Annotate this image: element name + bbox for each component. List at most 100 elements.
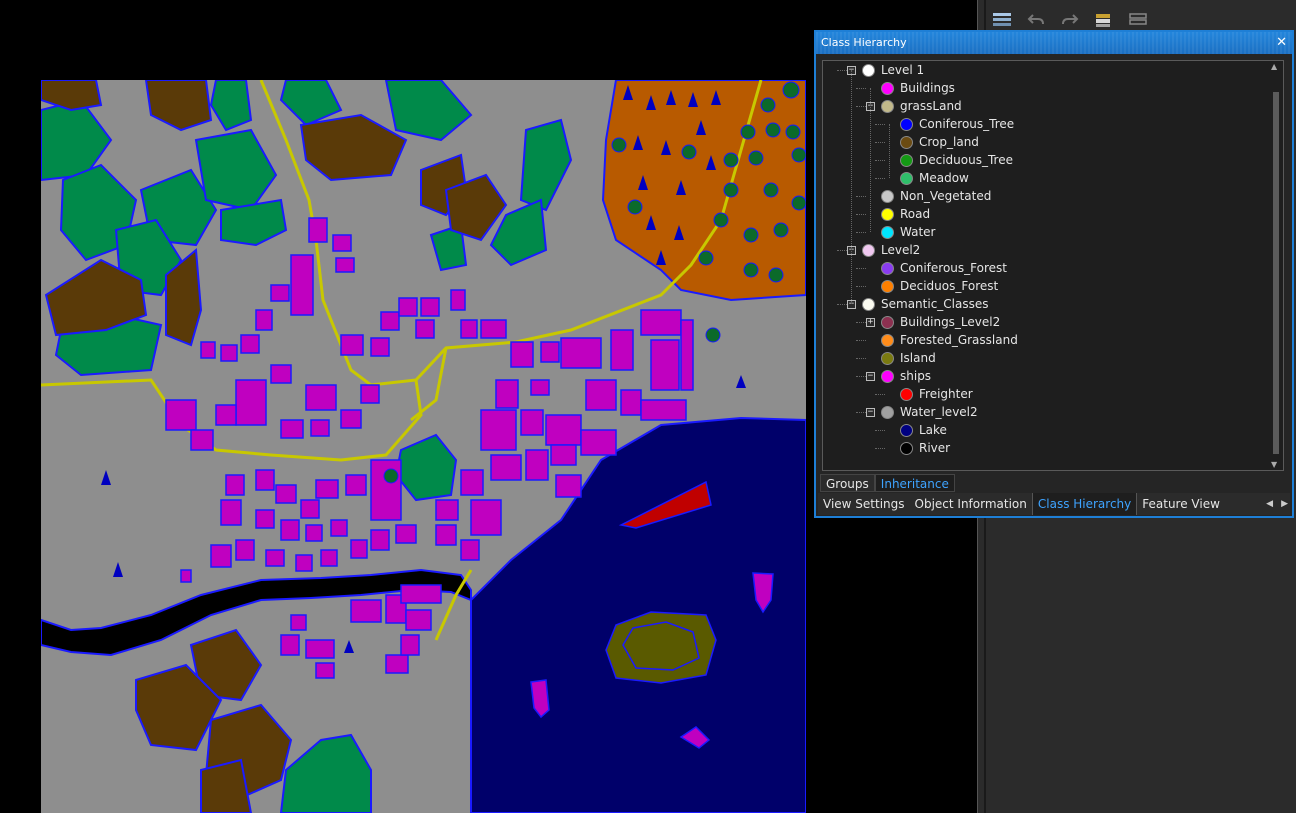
building — [650, 339, 680, 391]
collapse-icon[interactable]: − — [866, 407, 875, 417]
redo-icon[interactable] — [1058, 8, 1082, 32]
tree-item[interactable]: Deciduos_Forest — [881, 277, 998, 295]
close-icon[interactable]: ✕ — [1276, 32, 1287, 54]
class-color-icon — [881, 315, 894, 329]
tree-item[interactable]: − Level2 — [847, 241, 920, 259]
building — [370, 337, 390, 357]
database-icon[interactable] — [1092, 8, 1116, 32]
tree-item[interactable]: Coniferous_Tree — [900, 115, 1014, 133]
tree-guide-line — [851, 70, 852, 304]
building — [270, 364, 292, 384]
scroll-down-icon[interactable]: ▼ — [1271, 460, 1277, 469]
tab-groups[interactable]: Groups — [820, 474, 875, 492]
tree-item[interactable]: Meadow — [900, 169, 969, 187]
building — [545, 414, 582, 446]
tab-view-settings[interactable]: View Settings — [818, 493, 910, 515]
class-color-icon — [881, 189, 894, 203]
tree-item[interactable]: Crop_land — [900, 133, 979, 151]
tree-item[interactable]: − Level 1 — [847, 61, 924, 79]
deciduous-tree — [791, 195, 806, 211]
tree-connector — [856, 340, 866, 341]
tree-item[interactable]: Road — [881, 205, 930, 223]
tree-connector — [856, 376, 866, 377]
scroll-thumb[interactable] — [1273, 92, 1279, 454]
tree-connector — [856, 268, 866, 269]
building — [315, 662, 335, 679]
building — [370, 529, 390, 551]
scroll-up-icon[interactable]: ▲ — [1271, 62, 1277, 71]
building — [550, 444, 577, 466]
tree-connector — [856, 412, 866, 413]
tree-scrollbar[interactable]: ▲ ▼ — [1270, 62, 1282, 469]
tree-item[interactable]: Island — [881, 349, 936, 367]
tree-item[interactable]: Coniferous_Forest — [881, 259, 1007, 277]
panel-title-bar[interactable]: Class Hierarchy ✕ — [816, 32, 1292, 54]
class-color-icon — [881, 405, 894, 419]
building — [460, 469, 484, 496]
tab-navigation: ◀ ▶ — [1266, 493, 1288, 515]
tab-feature-view[interactable]: Feature View — [1137, 493, 1225, 515]
building — [315, 479, 339, 499]
building — [305, 639, 335, 659]
layers-icon[interactable] — [990, 8, 1014, 32]
building — [240, 334, 260, 354]
building — [180, 569, 192, 583]
map-canvas[interactable] — [41, 80, 806, 813]
building — [350, 599, 382, 623]
tree-item[interactable]: Freighter — [900, 385, 973, 403]
tree-item-label: Forested_Grassland — [900, 333, 1018, 347]
tree-item-label: Coniferous_Tree — [919, 117, 1015, 131]
tab-object-information[interactable]: Object Information — [910, 493, 1032, 515]
deciduous-tree — [383, 468, 399, 484]
tree-item[interactable]: + Buildings_Level2 — [866, 313, 1000, 331]
tree-item-label: Deciduos_Forest — [900, 279, 999, 293]
building — [320, 549, 338, 567]
tab-inheritance[interactable]: Inheritance — [874, 474, 955, 492]
building — [290, 614, 307, 631]
collapse-icon[interactable]: − — [866, 371, 875, 381]
undo-icon[interactable] — [1024, 8, 1048, 32]
expand-icon[interactable]: + — [866, 317, 875, 327]
deciduous-tree — [743, 262, 759, 278]
building — [495, 379, 519, 409]
tree-item[interactable]: Lake — [900, 421, 947, 439]
stack-icon[interactable] — [1126, 8, 1150, 32]
building — [415, 319, 435, 339]
deciduous-tree — [611, 137, 627, 153]
building — [220, 344, 238, 362]
tree-connector — [856, 358, 866, 359]
building — [490, 454, 522, 481]
building — [460, 539, 480, 561]
tree-item[interactable]: Forested_Grassland — [881, 331, 1018, 349]
tab-prev-icon[interactable]: ◀ — [1266, 499, 1273, 509]
deciduous-tree — [765, 122, 781, 138]
tree-item[interactable]: Buildings — [881, 79, 955, 97]
tree-connector — [837, 70, 847, 71]
tree-item-label: Freighter — [919, 387, 973, 401]
tree-item[interactable]: − Water_level2 — [866, 403, 978, 421]
building — [280, 519, 300, 541]
deciduous-tree — [705, 327, 721, 343]
tree-item[interactable]: Water — [881, 223, 935, 241]
tree-item[interactable]: − grassLand — [866, 97, 962, 115]
building — [280, 634, 300, 656]
building — [610, 329, 634, 371]
building — [435, 524, 457, 546]
tree-item[interactable]: Non_Vegetated — [881, 187, 991, 205]
tree-item[interactable]: Deciduous_Tree — [900, 151, 1013, 169]
tree-item-label: Crop_land — [919, 135, 979, 149]
tree-item[interactable]: River — [900, 439, 950, 457]
tab-next-icon[interactable]: ▶ — [1281, 499, 1288, 509]
building — [255, 509, 275, 529]
building — [460, 319, 478, 339]
building — [200, 341, 216, 359]
tab-class-hierarchy[interactable]: Class Hierarchy — [1031, 493, 1138, 515]
tree-item[interactable]: − Semantic_Classes — [847, 295, 989, 313]
deciduous-tree — [773, 222, 789, 238]
deciduous-tree — [748, 150, 764, 166]
building — [640, 309, 682, 336]
deciduous-tree — [740, 124, 756, 140]
tree-item[interactable]: − ships — [866, 367, 931, 385]
class-tree[interactable]: − Level 1 Buildings − grassLand Coniferous_Tr… — [822, 60, 1284, 471]
building — [340, 409, 362, 429]
